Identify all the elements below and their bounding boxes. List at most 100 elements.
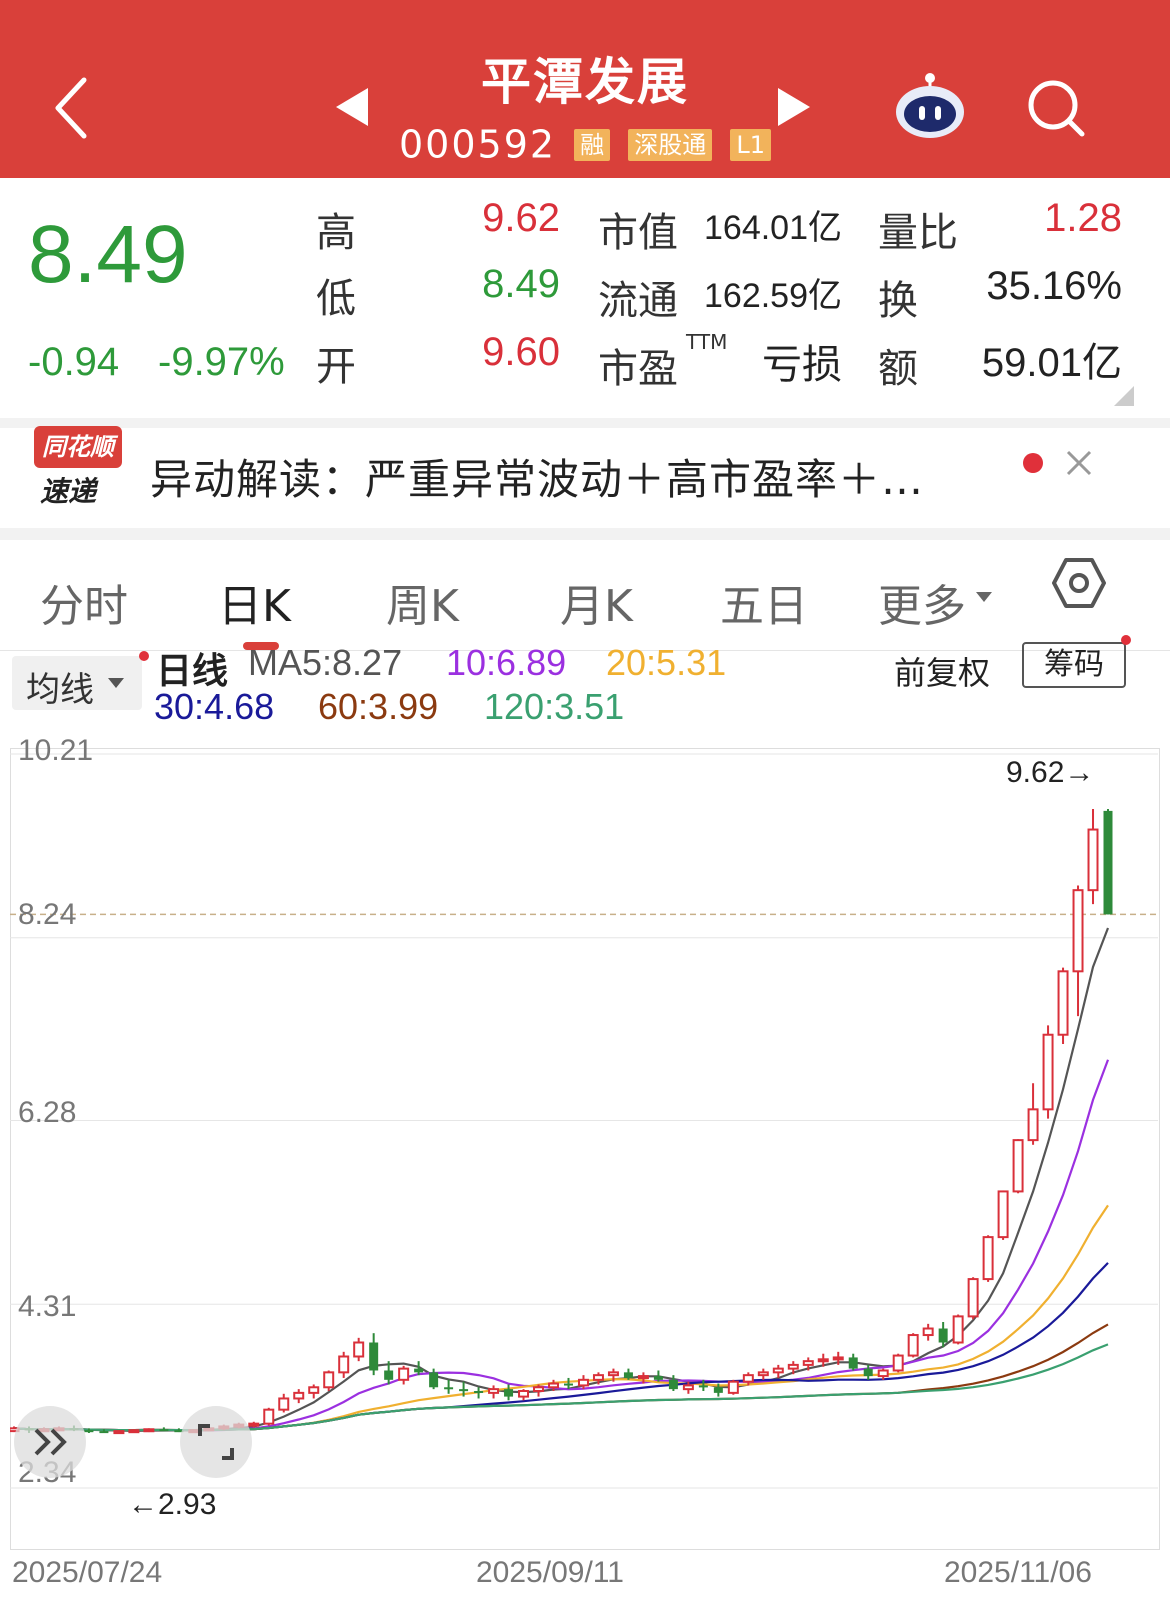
candle-body (308, 1386, 320, 1394)
market-cap-value: 164.01亿 (704, 209, 842, 247)
candle-body (278, 1397, 290, 1411)
candle-body (832, 1356, 844, 1361)
candle-body (877, 1369, 889, 1378)
tab-intraday[interactable]: 分时 (40, 570, 128, 634)
chips-button[interactable]: 筹码 (1022, 642, 1126, 688)
candle-body (398, 1367, 410, 1381)
candle-body (474, 1391, 484, 1394)
float-cap-value: 162.59亿 (704, 277, 842, 315)
y-tick-label: 10.21 (18, 734, 94, 767)
news-logo-top: 同花顺 (34, 426, 122, 468)
candle-body (907, 1334, 919, 1357)
candle-body (577, 1378, 589, 1387)
candle-body (263, 1408, 275, 1425)
candle-body (84, 1430, 94, 1433)
candle-body (698, 1385, 708, 1388)
candle-body (848, 1357, 858, 1369)
open-value: 9.60 (482, 330, 560, 374)
current-price: 8.49 (28, 209, 188, 300)
news-headline[interactable]: 异动解读：严重异常波动＋高市盈率＋… (150, 446, 924, 507)
pe-label: 市盈 (598, 346, 678, 392)
candle-body (802, 1360, 814, 1366)
ma10-line (13, 1059, 1110, 1432)
scroll-to-latest-button[interactable] (14, 1406, 86, 1478)
volume-ratio-value: 1.28 (1044, 196, 1122, 240)
low-value: 8.49 (482, 262, 560, 306)
candle-body (952, 1315, 964, 1344)
high-value: 9.62 (482, 196, 560, 240)
candle-body (459, 1389, 469, 1392)
unread-dot-icon (1023, 453, 1043, 473)
min-price-annotation: ←2.93 (128, 1488, 217, 1521)
candle-body (727, 1380, 739, 1394)
open-label: 开 (316, 344, 356, 390)
candle-body (143, 1428, 155, 1433)
candle-body (384, 1370, 394, 1380)
tab-more[interactable]: 更多 (878, 570, 966, 634)
search-icon[interactable] (1026, 78, 1086, 138)
y-tick-label: 4.31 (18, 1290, 77, 1323)
candle-body (607, 1371, 619, 1377)
tab-daily-k[interactable]: 日K (218, 570, 291, 634)
tab-weekly-k[interactable]: 周K (386, 570, 459, 634)
adjust-mode[interactable]: 前复权 (894, 648, 990, 694)
y-tick-label: 8.24 (18, 898, 77, 931)
volume-ratio-label: 量比 (878, 210, 958, 256)
tab-five-day[interactable]: 五日 (720, 570, 808, 634)
candle-body (682, 1384, 694, 1391)
candle-body (592, 1374, 604, 1381)
candle-body (742, 1374, 754, 1383)
candle-body (967, 1278, 979, 1318)
candle-body (113, 1430, 125, 1435)
fullscreen-icon (198, 1424, 234, 1460)
candle-body (1027, 1108, 1039, 1142)
amount-value: 59.01亿 (981, 341, 1122, 385)
divider (0, 418, 1170, 428)
candle-body (1072, 889, 1084, 973)
float-cap-label: 流通 (598, 278, 678, 324)
candle-body (757, 1371, 769, 1377)
turnover-label: 换 (878, 278, 918, 324)
connect-tag: 深股通 (628, 128, 713, 161)
candle-body (982, 1236, 994, 1281)
ma5-value: MA5:8.27 (248, 642, 403, 683)
candle-body (548, 1382, 560, 1389)
price-change-percent: -9.97% (158, 340, 285, 384)
candle-body (637, 1375, 649, 1380)
candle-body (414, 1368, 424, 1373)
news-logo-bottom: 速递 (40, 475, 97, 508)
price-change: -0.94 (28, 340, 120, 384)
settings-icon[interactable] (1052, 556, 1106, 610)
candle-body (369, 1342, 379, 1371)
candle-body (668, 1379, 678, 1390)
candle-body (922, 1327, 934, 1337)
fullscreen-button[interactable] (180, 1406, 252, 1478)
ma20-value: 20:5.31 (606, 642, 727, 683)
indicator-selector-label: 均线 (26, 670, 94, 710)
ma60-value: 60:3.99 (318, 686, 439, 727)
tab-monthly-k[interactable]: 月K (560, 570, 633, 634)
candle-body (997, 1190, 1009, 1239)
candle-body (787, 1363, 799, 1370)
close-icon[interactable] (1064, 448, 1094, 478)
notice-dot-icon (139, 651, 149, 661)
candle-body (1012, 1139, 1024, 1193)
candle-body (1087, 828, 1099, 892)
stock-code: 000592 (399, 122, 557, 167)
candle-body (563, 1383, 573, 1386)
double-chevron-right-icon (34, 1428, 67, 1456)
next-stock-icon[interactable] (776, 86, 812, 128)
dropdown-arrow-icon[interactable] (974, 590, 994, 604)
x-tick-label: 2025/09/11 (476, 1556, 624, 1589)
low-label: 低 (316, 276, 356, 322)
candle-body (1057, 970, 1069, 1036)
stock-name: 平潭发展 (481, 53, 689, 111)
candle-body (653, 1376, 663, 1380)
candle-body (99, 1431, 109, 1434)
ma30-value: 30:4.68 (154, 686, 275, 727)
expand-corner-icon[interactable] (1114, 386, 1134, 406)
candle-body (159, 1429, 169, 1432)
y-tick-label: 6.28 (18, 1096, 77, 1129)
robot-assistant-icon[interactable] (892, 70, 968, 140)
stock-code-row: 000592 融 深股通 L1 (0, 120, 1170, 167)
